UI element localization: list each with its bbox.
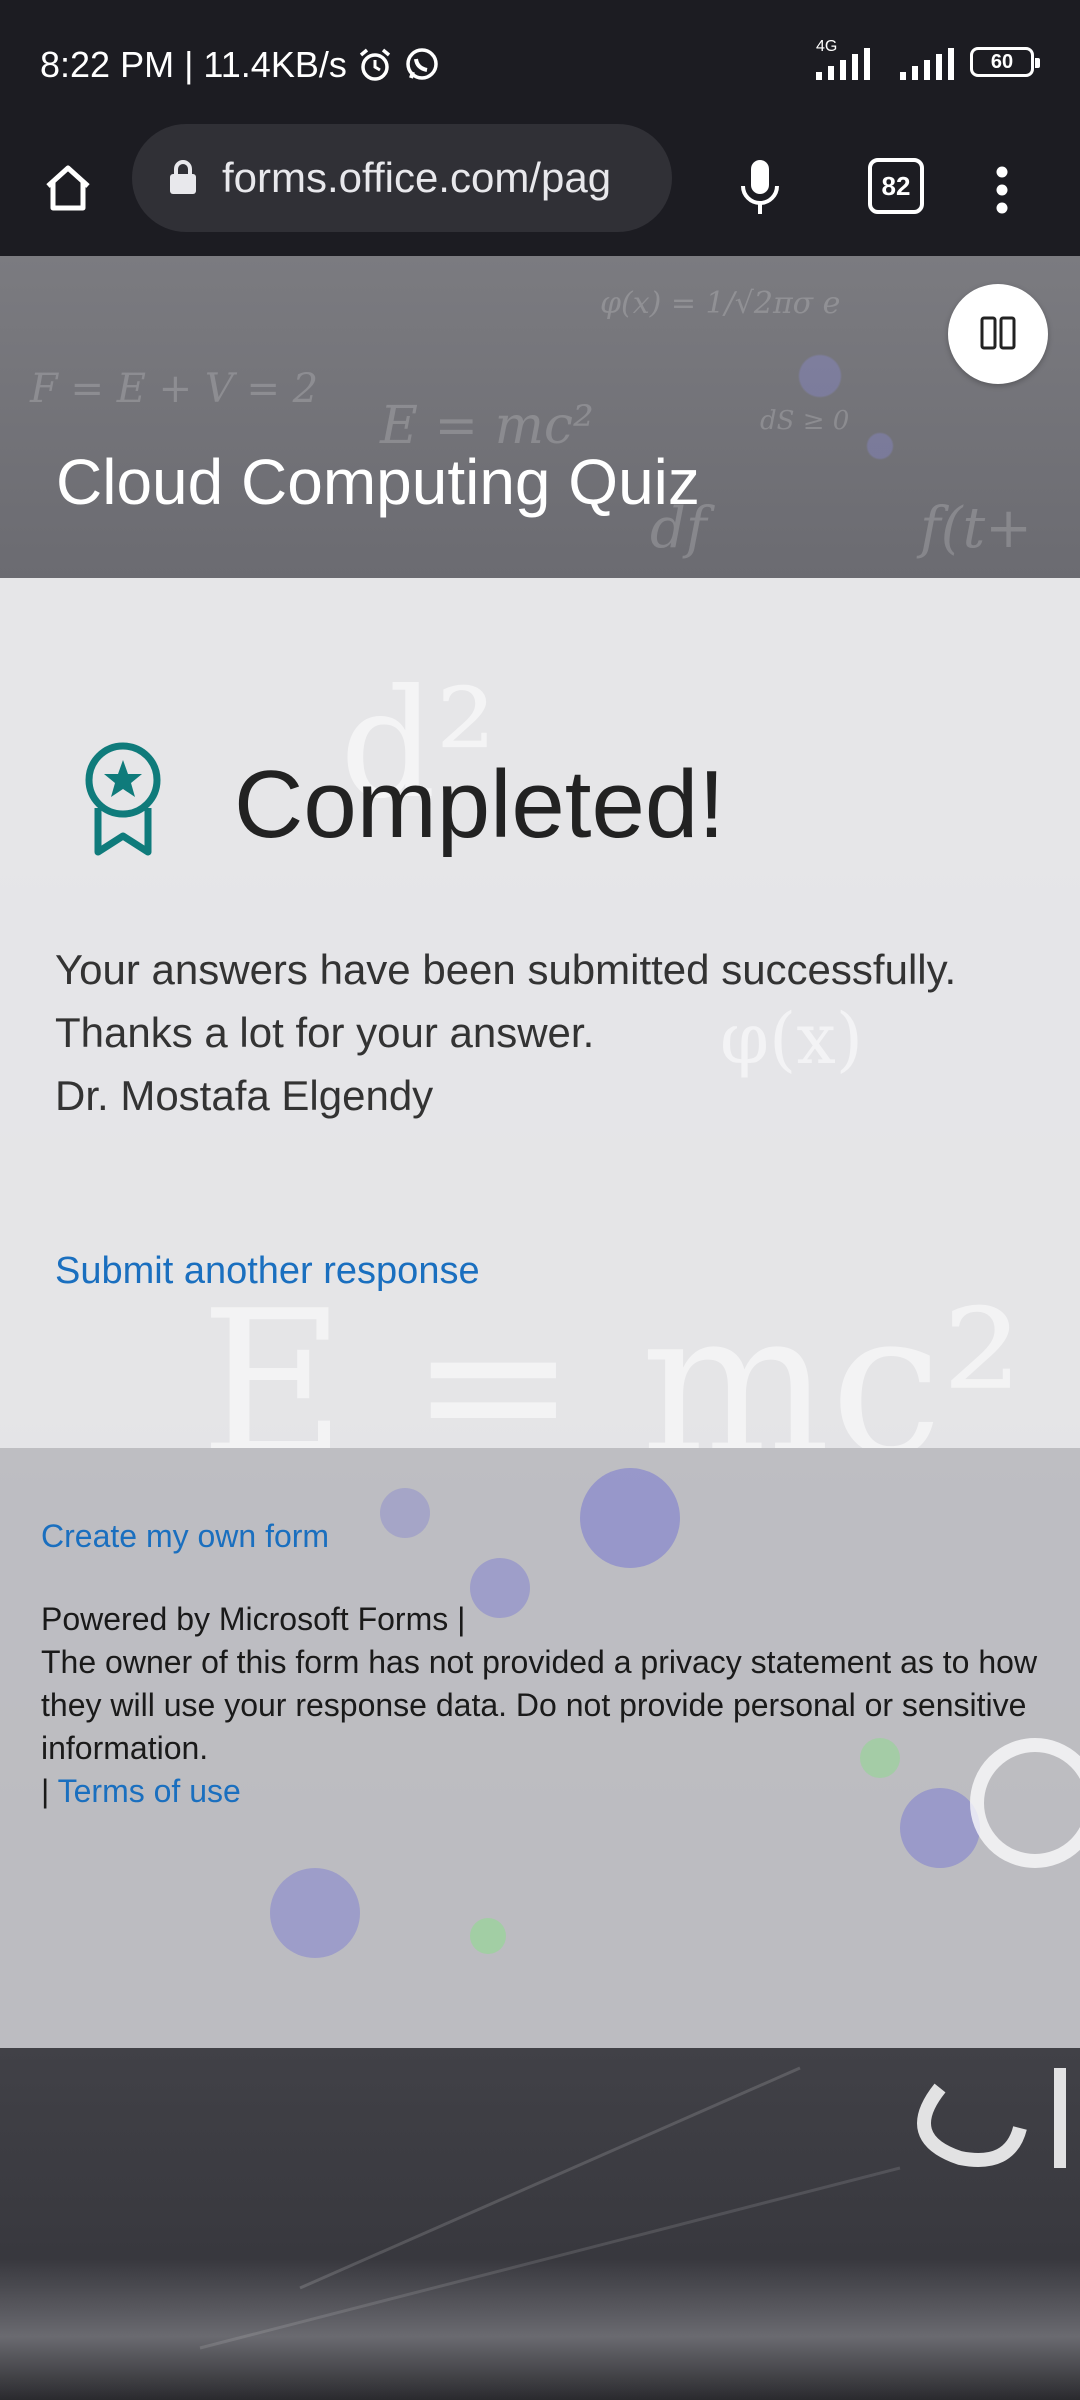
voice-search-button[interactable]	[728, 152, 792, 224]
form-footer: Create my own form Powered by Microsoft …	[0, 1448, 1080, 2048]
browser-toolbar: forms.office.com/pag 82	[0, 124, 1080, 256]
award-ribbon-icon	[78, 738, 168, 858]
background-bubble	[470, 1918, 506, 1954]
background-chalkboard	[0, 2048, 1080, 2400]
completed-header	[78, 738, 168, 858]
status-bar: 8:22 PM | 11.4KB/s 4G 60	[0, 0, 1080, 128]
confirmation-message: Your answers have been submitted success…	[55, 938, 956, 1127]
form-header-banner: F = E + V = 2 E = mc² φ(x) = 1/√2πσ e dS…	[0, 256, 1080, 578]
status-time-speed: 8:22 PM | 11.4KB/s	[40, 44, 347, 85]
immersive-reader-icon	[980, 316, 1016, 350]
more-options-button[interactable]	[980, 154, 1024, 226]
completed-heading: Completed!	[234, 751, 725, 858]
footer-notice: Powered by Microsoft Forms | The owner o…	[41, 1598, 1041, 1813]
submit-another-response-link[interactable]: Submit another response	[55, 1250, 480, 1293]
powered-by-text: Powered by Microsoft Forms |	[41, 1601, 466, 1637]
chalk-decoration: f(t+	[920, 496, 1032, 561]
url-bar[interactable]: forms.office.com/pag	[132, 124, 672, 232]
background-bubble	[380, 1488, 430, 1538]
alarm-icon	[355, 45, 395, 85]
url-text: forms.office.com/pag	[222, 154, 612, 201]
status-right: 4G 60	[812, 38, 1040, 80]
tab-count: 82	[881, 170, 911, 201]
chalk-decoration: φ(x) = 1/√2πσ e	[600, 286, 841, 321]
immersive-reader-button[interactable]	[948, 284, 1048, 384]
whatsapp-icon	[403, 46, 441, 84]
chalk-decoration: F = E + V = 2	[30, 366, 319, 412]
confirmation-line: Dr. Mostafa Elgendy	[55, 1072, 434, 1119]
chalk-scribbles	[199, 2066, 1066, 2350]
tab-switcher-button[interactable]: 82	[868, 158, 924, 214]
more-vert-icon	[996, 166, 1008, 214]
battery-level: 60	[990, 50, 1014, 73]
wifi-signal-icon	[896, 44, 956, 80]
lock-icon	[168, 160, 198, 196]
privacy-statement-text: The owner of this form has not provided …	[41, 1644, 1038, 1766]
background-bubble	[580, 1468, 680, 1568]
home-icon	[46, 165, 90, 211]
confirmation-line: Your answers have been submitted success…	[55, 946, 957, 993]
chalk-decoration: E = mc²	[200, 1268, 1023, 1448]
confirmation-line: Thanks a lot for your answer.	[55, 1009, 595, 1056]
mic-icon	[741, 160, 779, 214]
terms-row: | Terms of use	[41, 1770, 1041, 1813]
home-button[interactable]	[36, 156, 100, 220]
terms-of-use-link[interactable]: Terms of use	[58, 1773, 241, 1809]
separator-text: |	[41, 1773, 50, 1809]
battery-icon: 60	[970, 47, 1040, 77]
form-title: Cloud Computing Quiz	[56, 446, 700, 518]
status-left: 8:22 PM | 11.4KB/s	[40, 42, 441, 88]
screen: 8:22 PM | 11.4KB/s 4G 60 forms.office.co…	[0, 0, 1080, 2400]
completion-card: d² E = mc² φ(x) Completed! Your answers …	[0, 578, 1080, 1448]
chalk-decoration: dS ≥ 0	[760, 406, 850, 436]
create-my-own-form-link[interactable]: Create my own form	[41, 1518, 329, 1555]
background-bubble	[270, 1868, 360, 1958]
network-label: 4G	[816, 38, 838, 55]
signal-icon: 4G	[812, 38, 882, 80]
